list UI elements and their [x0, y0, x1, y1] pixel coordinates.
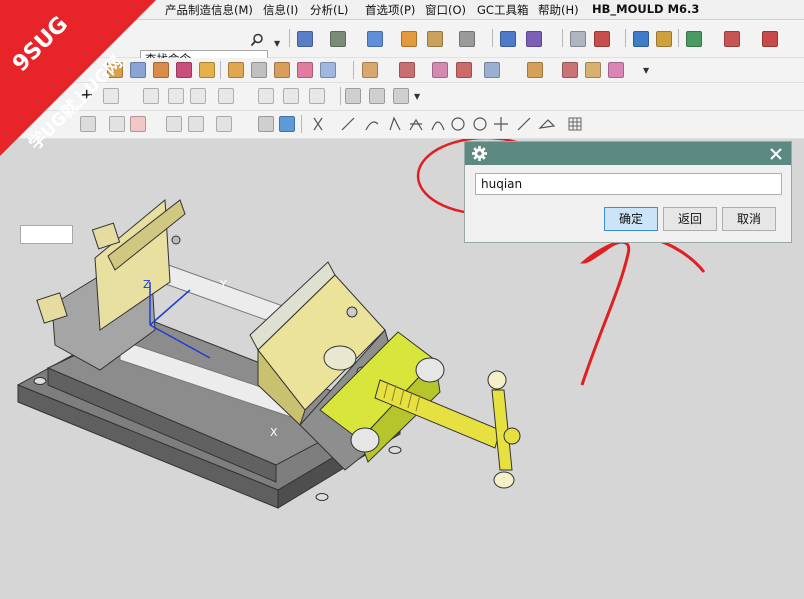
quadrant-icon[interactable]	[473, 117, 487, 131]
chevron-down-icon[interactable]: ▼	[414, 92, 420, 101]
edit-icon[interactable]	[526, 31, 542, 47]
intersect-icon[interactable]	[369, 88, 385, 104]
arc-center-icon[interactable]	[431, 121, 445, 131]
chevron-down-icon[interactable]: ▼	[643, 66, 649, 75]
shaded-icon[interactable]	[279, 116, 295, 132]
extend-curve-icon[interactable]	[190, 88, 206, 104]
color-box-icon[interactable]	[459, 31, 475, 47]
back-button[interactable]: 返回	[663, 207, 717, 231]
point-on-surface-icon[interactable]	[538, 119, 556, 129]
constraint-icon[interactable]	[399, 62, 415, 78]
feature-icon[interactable]	[686, 31, 702, 47]
pick-icon[interactable]	[166, 116, 182, 132]
separator	[678, 29, 679, 47]
folder-icon[interactable]	[401, 31, 417, 47]
dialog-titlebar	[465, 142, 791, 165]
mirror-icon[interactable]	[456, 62, 472, 78]
hole-icon[interactable]	[274, 62, 290, 78]
extrude-icon[interactable]	[176, 62, 192, 78]
snap-toolbar	[313, 116, 556, 131]
watermark-logo: 9SUG 学UG就上UG网	[0, 0, 156, 156]
circle-icon[interactable]	[451, 117, 465, 131]
fillet-curve-icon[interactable]	[168, 88, 184, 104]
menu-hb-mould[interactable]: HB_MOULD M6.3	[592, 2, 699, 16]
axis-z-label: Z	[143, 278, 151, 291]
box-icon[interactable]	[228, 62, 244, 78]
intersection-icon[interactable]	[409, 118, 423, 131]
menu-pmi[interactable]: 产品制造信息(M)	[165, 2, 253, 18]
menu-help[interactable]: 帮助(H)	[538, 2, 579, 18]
axis-x-label: X	[270, 426, 278, 439]
pattern-icon[interactable]	[432, 62, 448, 78]
menu-info[interactable]: 信息(I)	[263, 2, 298, 18]
separator	[220, 61, 221, 79]
project-icon[interactable]	[345, 88, 361, 104]
bracket-icon[interactable]	[283, 88, 299, 104]
palette-icon[interactable]	[427, 31, 443, 47]
name-input[interactable]: huqian	[475, 173, 782, 195]
menu-preferences[interactable]: 首选项(P)	[365, 2, 415, 18]
separator	[340, 87, 341, 105]
wizard-icon[interactable]	[656, 31, 672, 47]
dimension-icon[interactable]	[724, 31, 740, 47]
bridge-icon[interactable]	[393, 88, 409, 104]
lasso-icon[interactable]	[188, 116, 204, 132]
dimension-curve-icon[interactable]	[218, 88, 234, 104]
search-icon[interactable]	[250, 33, 264, 47]
separator	[353, 61, 354, 79]
sketch-icon[interactable]	[251, 62, 267, 78]
measure-icon[interactable]	[633, 31, 649, 47]
ok-button[interactable]: 确定	[604, 207, 658, 231]
move-icon[interactable]	[500, 31, 516, 47]
point-on-curve-icon[interactable]	[517, 117, 531, 131]
axis-y-label: Y	[219, 278, 227, 291]
plus-icon[interactable]	[494, 117, 508, 131]
corner-icon[interactable]	[258, 88, 274, 104]
line-icon[interactable]	[341, 117, 355, 131]
draft-icon[interactable]	[320, 62, 336, 78]
gear-icon	[472, 146, 487, 161]
separator	[289, 29, 290, 47]
ruler-icon[interactable]	[762, 31, 778, 47]
midpoint-icon[interactable]	[365, 121, 379, 131]
wireframe-icon[interactable]	[258, 116, 274, 132]
separator	[562, 29, 563, 47]
separator	[625, 29, 626, 47]
assembly-icon[interactable]	[362, 62, 378, 78]
menu-gc-toolbox[interactable]: GC工具箱	[477, 2, 528, 18]
section-icon[interactable]	[309, 88, 325, 104]
revolve-icon[interactable]	[199, 62, 215, 78]
shading-icon[interactable]	[330, 31, 346, 47]
subtract-icon[interactable]	[608, 62, 624, 78]
name-dialog: huqian 确定 返回 取消	[464, 141, 792, 243]
menu-analysis[interactable]: 分析(L)	[310, 2, 348, 18]
chevron-down-icon[interactable]: ▼	[274, 39, 280, 48]
close-icon[interactable]	[770, 148, 782, 160]
layer-icon[interactable]	[297, 31, 313, 47]
combine-icon[interactable]	[585, 62, 601, 78]
cancel-button[interactable]: 取消	[722, 207, 776, 231]
menu-window[interactable]: 窗口(O)	[425, 2, 466, 18]
grid-icon[interactable]	[568, 117, 582, 131]
endpoint-icon[interactable]	[313, 117, 323, 131]
shell-icon[interactable]	[297, 62, 313, 78]
cube-icon[interactable]	[367, 31, 383, 47]
separator	[301, 115, 302, 133]
offset-icon[interactable]	[527, 62, 543, 78]
rect-select-icon[interactable]	[216, 116, 232, 132]
annotation-arrow	[579, 236, 706, 386]
curve-icon[interactable]	[594, 31, 610, 47]
trim-icon[interactable]	[484, 62, 500, 78]
split-icon[interactable]	[562, 62, 578, 78]
separator	[492, 29, 493, 47]
control-point-icon[interactable]	[389, 116, 401, 131]
grid-icon[interactable]	[570, 31, 586, 47]
